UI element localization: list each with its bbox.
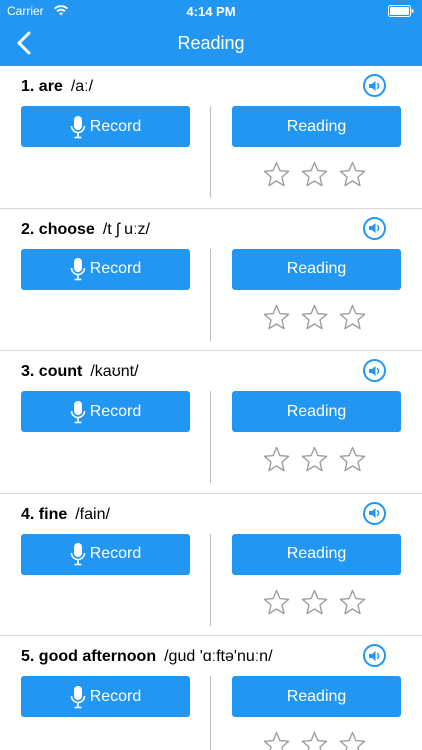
item-heading: 3. count/kaʊnt/ xyxy=(21,363,139,381)
microphone-icon xyxy=(70,400,86,423)
speaker-icon[interactable] xyxy=(363,216,386,240)
status-time: 4:14 PM xyxy=(186,4,236,19)
star-rating xyxy=(263,731,366,750)
record-button[interactable]: Record xyxy=(21,676,190,717)
reading-label: Reading xyxy=(286,117,347,135)
reading-button[interactable]: Reading xyxy=(232,676,401,717)
vertical-divider xyxy=(210,391,211,483)
star-icon xyxy=(301,446,328,472)
word-list: 1. are/aː/ Record Reading 2. choose/t ʃ … xyxy=(0,66,422,750)
microphone-icon xyxy=(70,543,86,566)
list-item: 5. good afternoon/gud 'ɑːftə'nuːn/ Recor… xyxy=(0,636,422,750)
record-label: Record xyxy=(89,545,142,562)
star-icon xyxy=(301,731,328,750)
navigation-header: Carrier 4:14 PM Reading xyxy=(0,0,422,66)
record-button[interactable]: Record xyxy=(21,106,190,147)
list-item: 1. are/aː/ Record Reading xyxy=(0,66,422,209)
speaker-icon[interactable] xyxy=(363,644,386,667)
item-phonetic: /aː/ xyxy=(70,78,94,95)
item-heading: 1. are/aː/ xyxy=(21,78,93,96)
star-icon xyxy=(263,589,290,614)
vertical-divider xyxy=(210,248,211,341)
star-icon xyxy=(339,446,366,472)
item-word: 2. choose xyxy=(21,220,95,238)
reading-label: Reading xyxy=(286,687,347,705)
item-phonetic: /fain/ xyxy=(75,505,110,523)
item-heading: 2. choose/t ʃ uːz/ xyxy=(21,221,150,239)
reading-label: Reading xyxy=(286,402,347,420)
speaker-icon[interactable] xyxy=(363,74,386,97)
reading-button[interactable]: Reading xyxy=(232,248,401,290)
reading-label: Reading xyxy=(286,545,347,562)
vertical-divider xyxy=(210,533,211,626)
item-heading: 4. fine/fain/ xyxy=(21,506,110,524)
reading-label: Reading xyxy=(286,260,347,277)
star-rating xyxy=(263,446,366,473)
star-icon xyxy=(339,731,366,750)
star-rating xyxy=(263,589,366,616)
star-icon xyxy=(263,446,290,472)
star-icon xyxy=(301,304,328,329)
vertical-divider xyxy=(210,106,211,198)
record-button[interactable]: Record xyxy=(21,248,190,290)
list-item: 4. fine/fain/ Record Reading xyxy=(0,494,422,636)
record-label: Record xyxy=(89,117,142,135)
star-icon xyxy=(301,161,328,187)
speaker-icon[interactable] xyxy=(363,359,386,382)
microphone-icon xyxy=(70,258,86,281)
item-word: 1. are xyxy=(21,78,63,95)
star-rating xyxy=(263,304,366,331)
reading-button[interactable]: Reading xyxy=(232,106,401,147)
status-bar: Carrier 4:14 PM xyxy=(0,0,422,22)
star-icon xyxy=(263,304,290,329)
microphone-icon xyxy=(70,685,86,708)
list-item: 2. choose/t ʃ uːz/ Record Reading xyxy=(0,209,422,351)
battery-icon xyxy=(388,5,414,17)
record-label: Record xyxy=(89,687,142,705)
star-icon xyxy=(339,161,366,187)
star-icon xyxy=(301,589,328,614)
item-phonetic: /t ʃ uːz/ xyxy=(102,220,150,238)
item-heading: 5. good afternoon/gud 'ɑːftə'nuːn/ xyxy=(21,648,273,666)
record-button[interactable]: Record xyxy=(21,533,190,575)
item-phonetic: /gud 'ɑːftə'nuːn/ xyxy=(164,648,273,665)
vertical-divider xyxy=(210,676,211,750)
reading-button[interactable]: Reading xyxy=(232,391,401,432)
reading-button[interactable]: Reading xyxy=(232,533,401,575)
star-icon xyxy=(263,731,290,750)
item-word: 5. good afternoon xyxy=(21,648,157,665)
list-item: 3. count/kaʊnt/ Record Reading xyxy=(0,351,422,494)
item-word: 3. count xyxy=(21,363,83,380)
item-phonetic: /kaʊnt/ xyxy=(90,363,139,380)
page-title: Reading xyxy=(177,33,245,53)
record-label: Record xyxy=(89,402,142,420)
item-word: 4. fine xyxy=(21,505,68,523)
star-rating xyxy=(263,161,366,188)
record-label: Record xyxy=(89,260,142,277)
speaker-icon[interactable] xyxy=(363,501,386,525)
star-icon xyxy=(339,589,366,614)
star-icon xyxy=(339,304,366,329)
record-button[interactable]: Record xyxy=(21,391,190,432)
star-icon xyxy=(263,161,290,187)
microphone-icon xyxy=(70,115,86,138)
